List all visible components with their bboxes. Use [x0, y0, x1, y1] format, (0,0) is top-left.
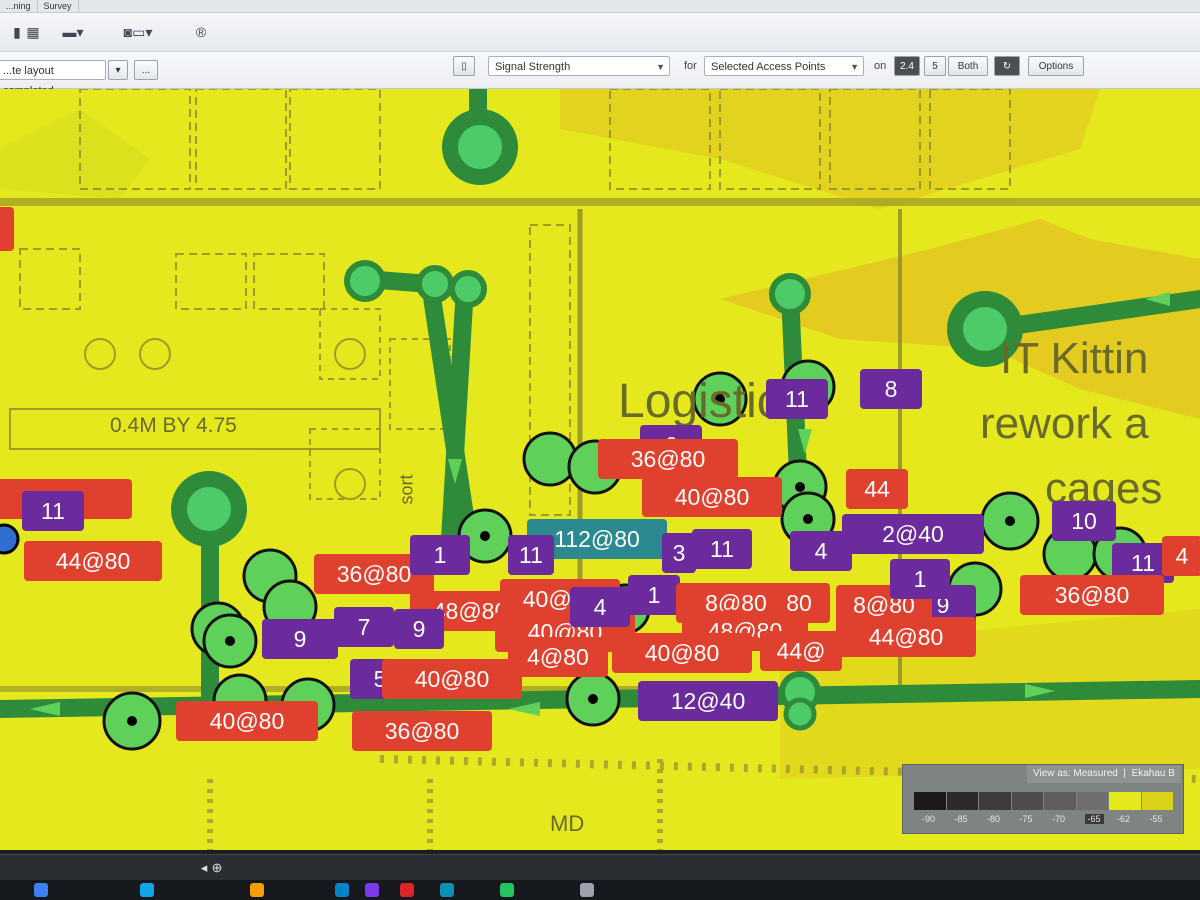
channel-tag-purple[interactable]: 11 [22, 491, 84, 531]
channel-tag-red[interactable]: 36@80 [598, 439, 738, 479]
legend-segment [979, 792, 1011, 810]
view-as-label[interactable]: View as: Measured | Ekahau B [1027, 765, 1181, 783]
channel-tag-red[interactable]: 40@80 [176, 701, 318, 741]
comment-icon[interactable]: ▬▾ [58, 21, 88, 43]
legend-tick-label: -75 [1019, 814, 1033, 824]
visualization-value: Signal Strength [495, 61, 571, 73]
area-label-md: MD [550, 811, 585, 836]
device-type-icon[interactable]: ▯ [453, 56, 475, 76]
windows-start-icon[interactable] [34, 883, 48, 897]
chevron-down-icon: ▼ [656, 62, 665, 72]
legend-segment [1011, 792, 1043, 810]
legend-tick-label: -65 [1084, 814, 1104, 824]
channel-tag-red[interactable]: 40@80 [382, 659, 522, 699]
channel-tag-red[interactable]: 40@80 [642, 477, 782, 517]
channel-tag-purple[interactable]: 1 [890, 559, 950, 599]
channel-tag-purple[interactable]: 9 [394, 609, 444, 649]
layout-status-field: ...te layout completed [0, 60, 106, 97]
menu-bar: ...ning Survey [0, 0, 1200, 13]
outlook-icon[interactable] [440, 883, 454, 897]
more-button[interactable]: ... [134, 60, 158, 80]
edge-icon[interactable] [335, 883, 349, 897]
legend-ticks: -90 -85 -80 -75 -70 -65 -62 -55 [914, 814, 1174, 826]
channel-tag-red[interactable]: 44 [846, 469, 908, 509]
band-5-button[interactable]: 5 [924, 56, 946, 76]
brand-text: Ekahau B [1131, 768, 1175, 779]
os-taskbar [0, 880, 1200, 900]
ap-filter-value: Selected Access Points [711, 61, 826, 73]
on-label: on [874, 60, 887, 72]
channel-tag-purple[interactable]: 3 [662, 533, 696, 573]
area-label-kitting-2: rework a [980, 399, 1149, 448]
channel-tag-purple[interactable]: 11 [508, 535, 554, 575]
legend-segment [914, 792, 946, 810]
channel-tag-purple[interactable]: 10 [1052, 501, 1116, 541]
zoom-icon[interactable]: ⊕ [208, 859, 226, 877]
channel-tag-purple[interactable]: 1 [410, 535, 470, 575]
heat-zone-lime [0, 109, 150, 199]
legend-tick-label: -62 [1117, 814, 1131, 824]
channel-tag-red[interactable]: 44@80 [24, 541, 162, 581]
legend-segment [946, 792, 978, 810]
app-window: ...ning Survey ▮ ▦ ▬▾ ◙▭▾ ® ...te layout … [0, 0, 1200, 850]
legend-tick-label: -85 [954, 814, 968, 824]
ekahau-icon[interactable] [500, 883, 514, 897]
band-24-button[interactable]: 2.4 [894, 56, 920, 76]
legend-segment [1109, 792, 1141, 810]
channel-tag-red[interactable]: 40@80 [612, 633, 752, 673]
layout-dropdown-button[interactable]: ▾ [108, 60, 128, 80]
legend-tick-label: -55 [1149, 814, 1163, 824]
legend-tick-label: -80 [987, 814, 1001, 824]
legend-segment [1076, 792, 1108, 810]
channel-tag-purple[interactable]: 7 [334, 607, 394, 647]
view-as-text: View as: Measured [1033, 768, 1118, 779]
area-label-kitting-1: IT Kittin [1000, 334, 1149, 383]
channel-tag-red[interactable]: 36@80 [1020, 575, 1164, 615]
legend-tick-label: -90 [922, 814, 936, 824]
for-label: for [684, 60, 697, 72]
app-icon-2[interactable] [580, 883, 594, 897]
channel-tag-purple[interactable]: 1 [628, 575, 680, 615]
legend-segment [1044, 792, 1076, 810]
channel-tag-purple[interactable]: 11 [766, 379, 828, 419]
explorer-icon[interactable] [250, 883, 264, 897]
heatmap-canvas[interactable]: 0.4M BY 4.75 sort Logistics IT Kittin re… [0, 89, 1200, 850]
edge-tag [0, 207, 14, 251]
channel-tag-purple[interactable]: 11 [692, 529, 752, 569]
visualization-select[interactable]: Signal Strength ▼ [488, 56, 670, 76]
grid-icon[interactable]: ▦ [18, 21, 48, 43]
dimension-label: 0.4M BY 4.75 [110, 414, 237, 437]
sort-label: sort [396, 474, 417, 505]
teams-icon[interactable] [365, 883, 379, 897]
channel-tag-red[interactable]: 4@80 [508, 637, 608, 677]
visualization-toolbar: ...te layout completed ▾ ... ▯ Signal St… [0, 52, 1200, 97]
chevron-down-icon: ▼ [850, 62, 859, 72]
search-icon[interactable] [140, 883, 154, 897]
channel-tag-red[interactable]: 36@80 [352, 711, 492, 751]
ap-filter-select[interactable]: Selected Access Points ▼ [704, 56, 864, 76]
band-both-button[interactable]: Both [948, 56, 988, 76]
channel-tag-purple[interactable]: 2@40 [842, 514, 984, 554]
channel-tag-red[interactable]: 44@ [760, 631, 842, 671]
channel-tag-red[interactable]: 44@80 [836, 617, 976, 657]
channel-tag-purple[interactable]: 12@40 [638, 681, 778, 721]
channel-tag-purple[interactable]: 8 [860, 369, 922, 409]
status-bar: ◂ ⊕ [0, 854, 1200, 881]
legend-segment [1141, 792, 1173, 810]
edge-ap-marker [0, 523, 20, 555]
menu-tab-planning[interactable]: ...ning [0, 0, 38, 12]
ap-icon[interactable]: ® [186, 21, 216, 43]
channel-tag-red[interactable]: 4 [1162, 536, 1200, 576]
channel-tag-purple[interactable]: 9 [262, 619, 338, 659]
legend-color-bar [914, 792, 1174, 810]
device-icon[interactable]: ◙▭▾ [108, 21, 168, 43]
app-icon[interactable] [400, 883, 414, 897]
legend-tick-label: -70 [1052, 814, 1066, 824]
channel-tag-purple[interactable]: 4 [570, 587, 630, 627]
menu-tab-survey[interactable]: Survey [38, 0, 79, 12]
main-toolbar: ▮ ▦ ▬▾ ◙▭▾ ® [0, 13, 1200, 52]
refresh-icon[interactable]: ↻ [994, 56, 1020, 76]
channel-tag-purple[interactable]: 4 [790, 531, 852, 571]
options-button[interactable]: Options [1028, 56, 1084, 76]
